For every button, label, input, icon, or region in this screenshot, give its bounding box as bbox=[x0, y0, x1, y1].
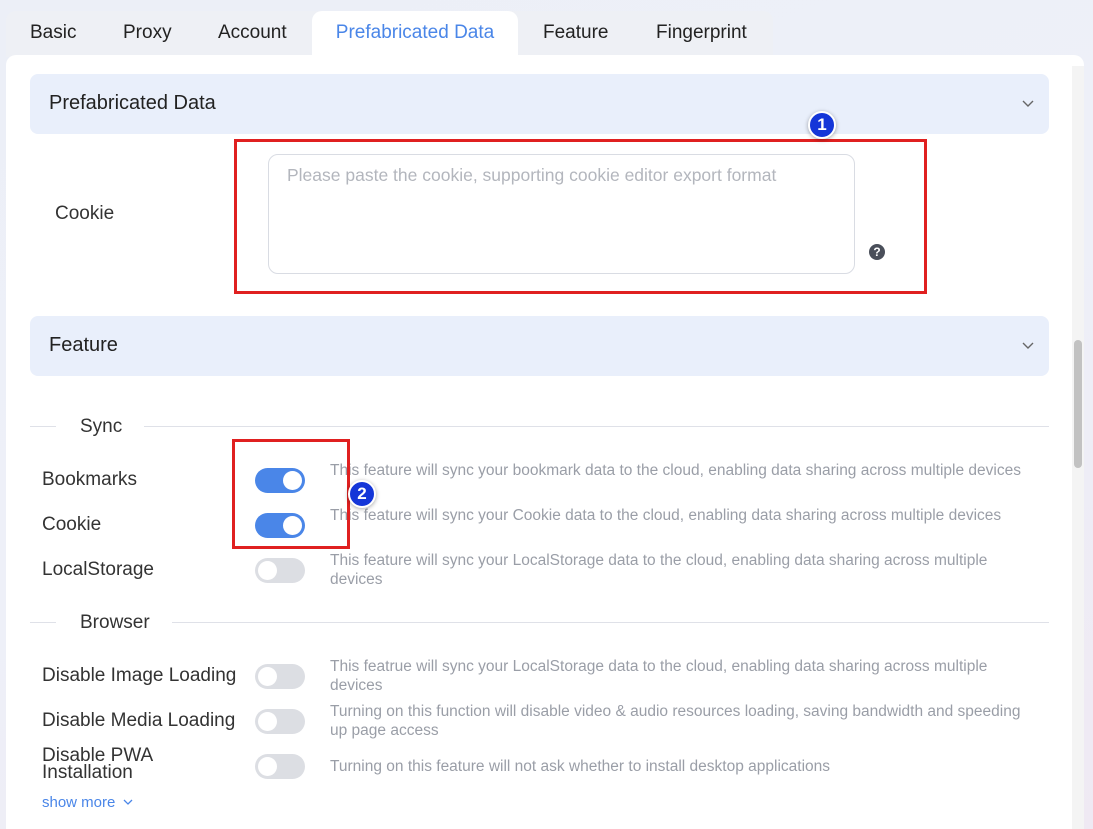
highlight-box-cookie bbox=[234, 139, 927, 294]
show-more-link[interactable]: show more bbox=[42, 794, 133, 811]
prefab-section-header[interactable]: Prefabricated Data bbox=[30, 74, 1049, 134]
cookie-label: Cookie bbox=[55, 203, 115, 224]
show-more-label: show more bbox=[42, 794, 116, 811]
disable-media-loading-toggle[interactable] bbox=[255, 709, 305, 734]
tab-prefabricated-data[interactable]: Prefabricated Data bbox=[312, 11, 518, 57]
scrollbar-thumb[interactable] bbox=[1074, 340, 1082, 468]
annotation-badge-1: 1 bbox=[808, 111, 836, 139]
feature-section-header[interactable]: Feature bbox=[30, 316, 1049, 376]
prefab-section-title: Prefabricated Data bbox=[49, 92, 216, 114]
toggle-knob bbox=[258, 667, 277, 686]
toggle-knob bbox=[258, 757, 277, 776]
browser-group-label: Browser bbox=[80, 612, 150, 633]
cookie-sync-label: Cookie bbox=[42, 514, 102, 535]
tab-proxy[interactable]: Proxy bbox=[123, 11, 172, 57]
toggle-knob bbox=[258, 712, 277, 731]
chevron-down-icon[interactable] bbox=[1021, 338, 1035, 352]
localstorage-sync-desc: This feature will sync your LocalStorage… bbox=[330, 552, 988, 588]
disable-pwa-installation-label: Disable PWA Installation bbox=[42, 745, 153, 783]
disable-pwa-installation-toggle[interactable] bbox=[255, 754, 305, 779]
disable-pwa-installation-desc: Turning on this feature will not ask whe… bbox=[330, 758, 831, 775]
bookmarks-label: Bookmarks bbox=[42, 469, 138, 490]
tab-bar: Basic Proxy Account Prefabricated Data F… bbox=[6, 11, 773, 57]
annotation-badge-2: 2 bbox=[348, 480, 376, 508]
tab-basic[interactable]: Basic bbox=[30, 11, 76, 57]
sync-group-label: Sync bbox=[80, 416, 123, 437]
chevron-down-icon bbox=[123, 799, 132, 805]
disable-image-loading-desc: This featrue will sync your LocalStorage… bbox=[330, 658, 988, 694]
cookie-sync-desc: This feature will sync your Cookie data … bbox=[330, 507, 1002, 524]
divider bbox=[30, 622, 56, 623]
disable-media-loading-label: Disable Media Loading bbox=[42, 710, 236, 731]
disable-image-loading-toggle[interactable] bbox=[255, 664, 305, 689]
divider bbox=[144, 426, 1049, 427]
tab-feature[interactable]: Feature bbox=[543, 11, 608, 57]
divider bbox=[30, 426, 56, 427]
divider bbox=[172, 622, 1049, 623]
tab-account[interactable]: Account bbox=[218, 11, 287, 57]
localstorage-sync-toggle[interactable] bbox=[255, 558, 305, 583]
toggle-knob bbox=[258, 561, 277, 580]
localstorage-label: LocalStorage bbox=[42, 559, 154, 580]
chevron-down-icon[interactable] bbox=[1021, 96, 1035, 110]
disable-image-loading-label: Disable Image Loading bbox=[42, 665, 237, 686]
disable-media-loading-desc: Turning on this function will disable vi… bbox=[330, 703, 1021, 739]
feature-section-title: Feature bbox=[49, 334, 118, 356]
highlight-box-sync bbox=[232, 439, 350, 549]
bookmarks-sync-desc: This feature will sync your bookmark dat… bbox=[330, 462, 1021, 479]
tab-fingerprint[interactable]: Fingerprint bbox=[656, 11, 747, 57]
